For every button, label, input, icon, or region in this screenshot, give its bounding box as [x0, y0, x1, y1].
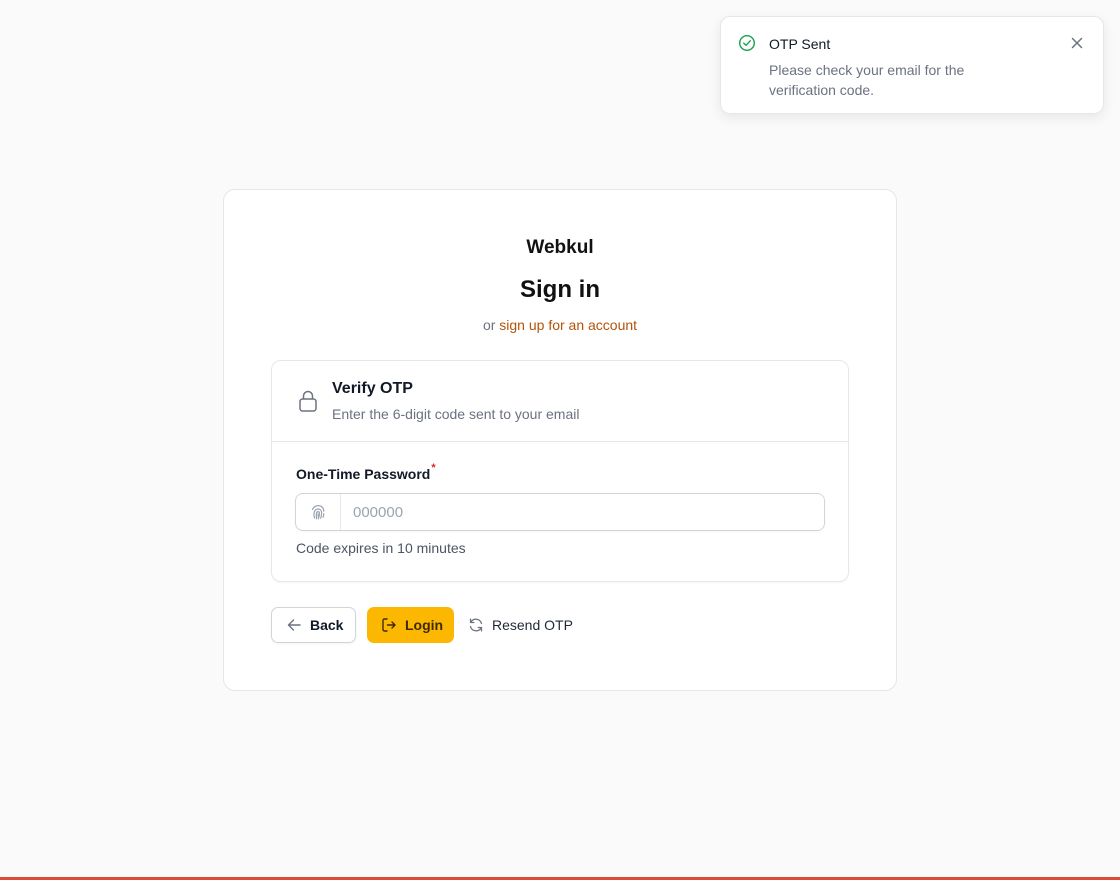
toast-notification: OTP Sent Please check your email for the… — [720, 16, 1104, 114]
back-button[interactable]: Back — [271, 607, 356, 643]
signup-link[interactable]: sign up for an account — [499, 317, 637, 333]
arrow-left-icon — [287, 619, 301, 631]
signin-card: Webkul Sign in or sign up for an account… — [223, 189, 897, 691]
otp-field-label-text: One-Time Password — [296, 466, 431, 482]
close-icon[interactable] — [1069, 35, 1085, 51]
resend-otp-button[interactable]: Resend OTP — [467, 607, 573, 643]
lock-icon — [297, 389, 319, 413]
fingerprint-icon — [296, 494, 341, 530]
brand-name: Webkul — [526, 237, 594, 258]
otp-input-group — [295, 493, 825, 531]
or-text: or — [482, 317, 496, 333]
required-mark: * — [431, 462, 436, 474]
page: OTP Sent Please check your email for the… — [0, 0, 1120, 880]
login-button-label: Login — [405, 617, 444, 633]
signup-line: or sign up for an account — [224, 317, 896, 333]
page-title: Sign in — [520, 276, 600, 303]
otp-panel-header: Verify OTP Enter the 6-digit code sent t… — [272, 361, 848, 442]
login-button[interactable]: Login — [367, 607, 454, 643]
login-icon — [382, 618, 396, 632]
resend-otp-label: Resend OTP — [492, 617, 573, 633]
otp-input[interactable] — [341, 494, 824, 530]
toast-message: Please check your email for the verifica… — [769, 62, 965, 98]
otp-panel: Verify OTP Enter the 6-digit code sent t… — [271, 360, 849, 582]
refresh-icon — [469, 618, 483, 632]
otp-field-label: One-Time Password* — [296, 462, 436, 482]
back-button-label: Back — [310, 617, 344, 633]
check-circle-icon — [738, 34, 756, 52]
action-bar: Back Login Resend OTP — [271, 606, 573, 644]
toast-title: OTP Sent — [769, 36, 831, 52]
otp-panel-title: Verify OTP — [332, 380, 413, 397]
otp-hint: Code expires in 10 minutes — [296, 540, 466, 556]
otp-panel-description: Enter the 6-digit code sent to your emai… — [332, 406, 580, 422]
